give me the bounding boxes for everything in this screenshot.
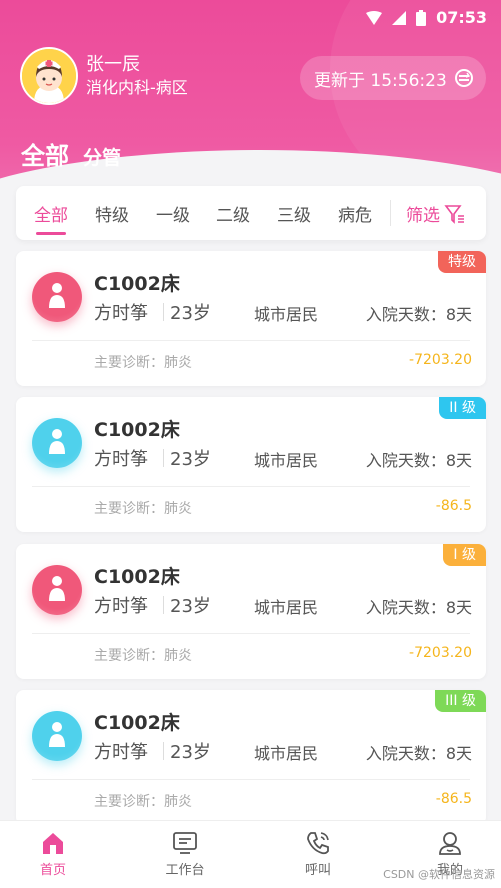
card-divider <box>32 779 470 780</box>
insurance-type: 城市居民 <box>254 305 319 324</box>
person-figure-icon <box>49 576 65 601</box>
main-diagnosis: 主要诊断：肺炎 <box>94 501 192 517</box>
user-profile[interactable]: 张一辰 消化内科-病区 <box>20 47 188 105</box>
balance-amount: -7203.20 <box>409 645 472 661</box>
update-time-label: 更新于 15:56:23 <box>314 70 447 91</box>
user-name: 张一辰 <box>86 54 140 75</box>
insurance-type: 城市居民 <box>254 744 319 763</box>
view-tabs: 全部 分管 <box>21 136 121 171</box>
balance-amount: -86.5 <box>435 498 472 514</box>
name-age-separator <box>163 596 164 614</box>
bed-number: C1002床 <box>94 419 180 441</box>
name-age-separator <box>163 449 164 467</box>
user-department: 消化内科-病区 <box>86 78 188 97</box>
patient-card[interactable]: II 级 C1002床 方时筝 23岁 城市居民 入院天数：8天 主要诊断：肺炎… <box>16 397 486 532</box>
patient-card[interactable]: III 级 C1002床 方时筝 23岁 城市居民 入院天数：8天 主要诊断：肺… <box>16 690 486 825</box>
filter-level-1[interactable]: 一级 <box>156 201 190 226</box>
battery-icon <box>416 9 427 26</box>
filter-icon <box>444 204 464 224</box>
patient-name: 方时筝 <box>94 303 148 324</box>
nurse-avatar-icon <box>22 49 76 103</box>
patient-age: 23岁 <box>170 303 211 324</box>
person-figure-icon <box>49 722 65 747</box>
patient-age: 23岁 <box>170 742 211 763</box>
bed-number: C1002床 <box>94 566 180 588</box>
admission-days: 入院天数：8天 <box>365 451 472 470</box>
admission-days: 入院天数：8天 <box>365 598 472 617</box>
user-icon <box>439 832 461 855</box>
refresh-icon <box>454 69 473 87</box>
patient-name: 方时筝 <box>94 742 148 763</box>
filter-divider <box>390 200 391 226</box>
filter-all[interactable]: 全部 <box>34 201 68 226</box>
admission-days: 入院天数：8天 <box>365 305 472 324</box>
tab-assigned-patients[interactable]: 分管 <box>83 143 121 170</box>
balance-amount: -7203.20 <box>409 352 472 368</box>
tab-workbench[interactable]: 工作台 <box>145 829 225 878</box>
signal-icon <box>392 10 407 25</box>
patient-name: 方时筝 <box>94 449 148 470</box>
balance-amount: -86.5 <box>435 791 472 807</box>
status-time: 07:53 <box>436 8 487 27</box>
filter-critical[interactable]: 病危 <box>338 201 372 226</box>
workbench-icon <box>173 832 197 854</box>
patient-avatar-icon <box>32 711 82 761</box>
patient-avatar-icon <box>32 272 82 322</box>
insurance-type: 城市居民 <box>254 598 319 617</box>
main-diagnosis: 主要诊断：肺炎 <box>94 794 192 810</box>
watermark: CSDN @软件信息资源 <box>383 868 495 881</box>
patient-card[interactable]: 特级 C1002床 方时筝 23岁 城市居民 入院天数：8天 主要诊断：肺炎 -… <box>16 251 486 386</box>
name-age-separator <box>163 742 164 760</box>
patient-card[interactable]: I 级 C1002床 方时筝 23岁 城市居民 入院天数：8天 主要诊断：肺炎 … <box>16 544 486 679</box>
wifi-icon <box>366 10 383 25</box>
tab-home-label: 首页 <box>39 863 66 878</box>
main-diagnosis: 主要诊断：肺炎 <box>94 648 192 664</box>
phone-icon <box>307 832 329 855</box>
tab-call[interactable]: 呼叫 <box>278 829 358 878</box>
card-divider <box>32 633 470 634</box>
person-figure-icon <box>49 429 65 454</box>
filter-level-3[interactable]: 三级 <box>277 201 311 226</box>
patient-avatar-icon <box>32 565 82 615</box>
patient-age: 23岁 <box>170 596 211 617</box>
filter-special-level[interactable]: 特级 <box>95 201 129 226</box>
care-level-badge: III 级 <box>435 690 486 712</box>
person-figure-icon <box>49 283 65 308</box>
insurance-type: 城市居民 <box>254 451 319 470</box>
bed-number: C1002床 <box>94 273 180 295</box>
refresh-button[interactable]: 更新于 15:56:23 <box>300 56 486 100</box>
patient-avatar-icon <box>32 418 82 468</box>
tab-call-label: 呼叫 <box>304 863 331 878</box>
name-age-separator <box>163 303 164 321</box>
filter-level-2[interactable]: 二级 <box>216 201 250 226</box>
admission-days: 入院天数：8天 <box>365 744 472 763</box>
care-level-badge: I 级 <box>443 544 486 566</box>
status-bar: 07:53 <box>0 0 501 36</box>
home-icon <box>43 833 63 854</box>
patient-name: 方时筝 <box>94 596 148 617</box>
tab-home[interactable]: 首页 <box>13 829 93 878</box>
filter-button-label: 筛选 <box>406 206 440 226</box>
bed-number: C1002床 <box>94 712 180 734</box>
nurse-avatar <box>20 47 78 105</box>
patient-age: 23岁 <box>170 449 211 470</box>
care-level-badge: 特级 <box>438 251 486 273</box>
tab-workbench-label: 工作台 <box>165 863 205 878</box>
active-filter-indicator <box>36 232 66 235</box>
level-filter-bar: 全部 特级 一级 二级 三级 病危 筛选 <box>16 186 486 240</box>
card-divider <box>32 486 470 487</box>
care-level-badge: II 级 <box>439 397 486 419</box>
main-diagnosis: 主要诊断：肺炎 <box>94 355 192 371</box>
card-divider <box>32 340 470 341</box>
filter-button[interactable]: 筛选 <box>406 201 466 226</box>
tab-all-patients[interactable]: 全部 <box>21 136 69 171</box>
